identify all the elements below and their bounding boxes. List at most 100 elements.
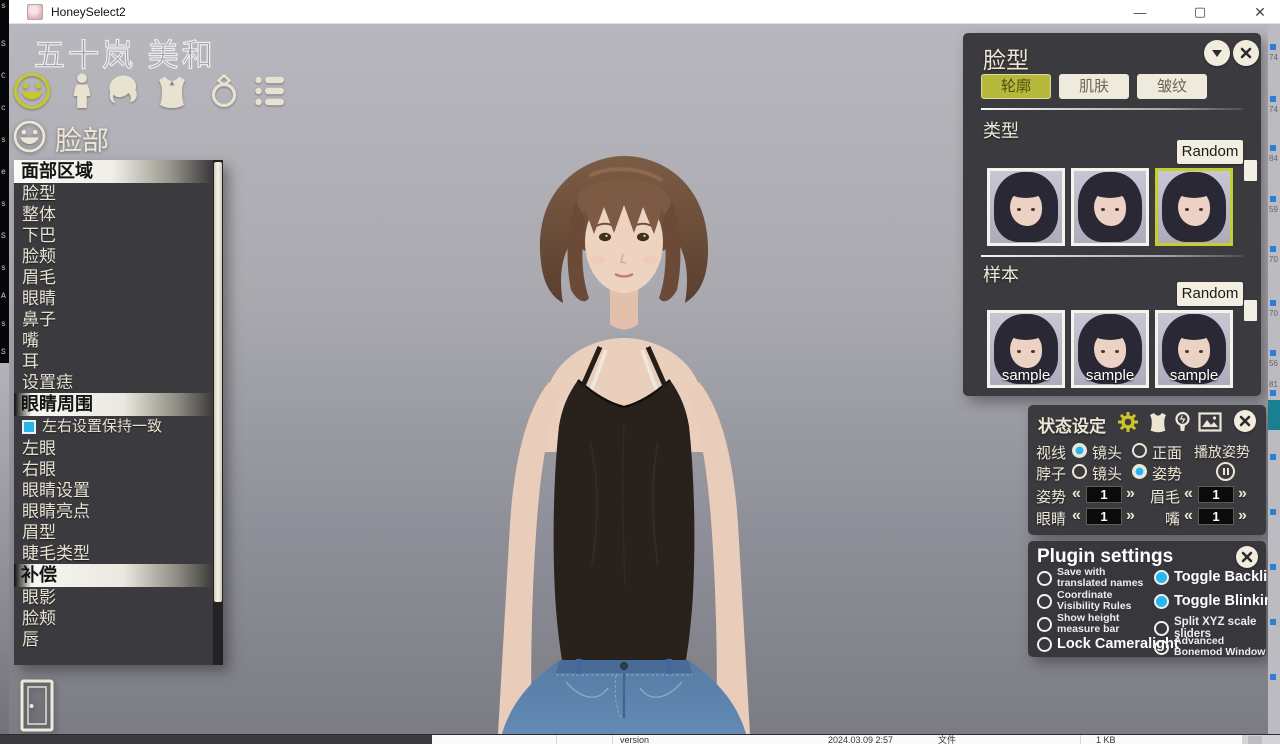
tab-skin[interactable]: 肌肤 <box>1059 74 1129 99</box>
lightbulb-icon[interactable] <box>1174 411 1191 435</box>
accessory-category-icon[interactable] <box>204 70 244 112</box>
divider <box>981 108 1243 110</box>
menu-scrollbar-track[interactable] <box>213 160 223 665</box>
option-save-translated[interactable]: Save with translated names <box>1037 567 1149 589</box>
menu-item-eyeshadow[interactable]: 眼影 <box>14 587 213 608</box>
divider <box>981 255 1243 257</box>
face-sample-thumbnail-2[interactable]: sample <box>1071 310 1149 388</box>
close-button[interactable]: ✕ <box>1237 0 1280 24</box>
menu-item-eyes[interactable]: 眼睛 <box>14 288 213 309</box>
menu-item-nose[interactable]: 鼻子 <box>14 309 213 330</box>
radio-on-icon <box>1154 570 1169 585</box>
tab-wrinkles[interactable]: 皱纹 <box>1137 74 1207 99</box>
maximize-button[interactable]: ▢ <box>1177 0 1223 24</box>
neck-camera-radio[interactable] <box>1072 464 1087 479</box>
sync-left-right-checkbox[interactable]: 左右设置保持一致 <box>14 416 213 438</box>
edge-num: 56 <box>1269 359 1278 368</box>
radio-off-icon <box>1154 621 1169 636</box>
edge-num: 70 <box>1269 309 1278 318</box>
type-scrollbar-thumb[interactable] <box>1244 160 1257 181</box>
list-category-icon[interactable] <box>250 70 290 112</box>
file-size-cell: 1 KB <box>1096 735 1116 744</box>
clothes-category-icon[interactable] <box>152 70 192 112</box>
menu-item-mole[interactable]: 设置痣 <box>14 372 213 393</box>
menu-item-eyebrows[interactable]: 眉毛 <box>14 267 213 288</box>
menu-item-brow-type[interactable]: 眉型 <box>14 522 213 543</box>
pause-pose-button[interactable] <box>1216 462 1235 481</box>
edge-text: C <box>1 72 6 81</box>
mouth-dec-icon[interactable]: « <box>1184 507 1193 525</box>
pose-inc-icon[interactable]: » <box>1126 485 1135 503</box>
brow-value: 1 <box>1198 486 1234 503</box>
eye-dec-icon[interactable]: « <box>1072 507 1081 525</box>
window-title: HoneySelect2 <box>51 5 126 19</box>
neck-row: 脖子 镜头 姿势 <box>1028 462 1266 482</box>
background-window-sliver: s S C c s e s S s A s S <box>0 0 9 363</box>
picture-icon[interactable] <box>1198 412 1222 432</box>
brow-dec-icon[interactable]: « <box>1184 485 1193 503</box>
body-category-icon[interactable] <box>62 70 102 112</box>
edge-num: 59 <box>1269 205 1278 214</box>
menu-item-right-eye[interactable]: 右眼 <box>14 459 213 480</box>
face-category-icon[interactable] <box>12 70 52 112</box>
mouth-inc-icon[interactable]: » <box>1238 507 1247 525</box>
face-sample-thumbnail-3[interactable]: sample <box>1155 310 1233 388</box>
sample-scrollbar-thumb[interactable] <box>1244 300 1257 321</box>
brow-inc-icon[interactable]: » <box>1238 485 1247 503</box>
exit-door-button[interactable] <box>18 678 58 734</box>
menu-item-face-shape[interactable]: 脸型 <box>14 183 213 204</box>
face-smiley-icon <box>12 119 47 154</box>
section-title: 脸部 <box>55 119 109 158</box>
pose-dec-icon[interactable]: « <box>1072 485 1081 503</box>
menu-item-eye-settings[interactable]: 眼睛设置 <box>14 480 213 501</box>
edge-num: 70 <box>1269 255 1278 264</box>
minimize-button[interactable]: — <box>1117 0 1163 24</box>
random-sample-button[interactable]: Random <box>1177 282 1243 306</box>
option-toggle-backlight[interactable]: Toggle Backlight <box>1154 569 1280 585</box>
neck-pose-radio[interactable] <box>1132 464 1147 479</box>
face-sample-thumbnail-1[interactable]: sample <box>987 310 1065 388</box>
gaze-front-radio[interactable] <box>1132 443 1147 458</box>
close-status-panel-icon[interactable] <box>1234 410 1256 432</box>
collapse-panel-button[interactable] <box>1204 40 1230 66</box>
radio-off-icon <box>1037 617 1052 632</box>
background-explorer-strip[interactable]: version 2024.03.09 2:57 文件 1 KB <box>0 734 1280 744</box>
menu-scrollbar-thumb[interactable] <box>214 162 222 602</box>
tab-contour[interactable]: 轮廓 <box>981 74 1051 99</box>
file-name-cell: version <box>620 735 649 744</box>
menu-item-lip[interactable]: 唇 <box>14 629 213 650</box>
gear-icon[interactable] <box>1116 410 1140 434</box>
menu-item-blush[interactable]: 脸颊 <box>14 608 213 629</box>
option-coordinate-visibility[interactable]: Coordinate Visibility Rules <box>1037 590 1149 612</box>
gaze-camera-radio[interactable] <box>1072 443 1087 458</box>
pose-value: 1 <box>1086 486 1122 503</box>
brow-stepper-label: 眉毛 <box>1150 486 1180 507</box>
menu-item-eye-highlight[interactable]: 眼睛亮点 <box>14 501 213 522</box>
face-type-thumbnail-3-selected[interactable] <box>1155 168 1233 246</box>
clothes-state-icon[interactable] <box>1146 410 1170 434</box>
close-plugin-panel-icon[interactable] <box>1236 546 1258 568</box>
option-toggle-blinking[interactable]: Toggle Blinking <box>1154 593 1280 609</box>
menu-item-chin[interactable]: 下巴 <box>14 225 213 246</box>
menu-item-lash-type[interactable]: 睫毛类型 <box>14 543 213 564</box>
option-height-measure[interactable]: Show height measure bar <box>1037 613 1149 635</box>
close-panel-icon[interactable] <box>1233 40 1259 66</box>
menu-item-left-eye[interactable]: 左眼 <box>14 438 213 459</box>
face-type-thumbnail-2[interactable] <box>1071 168 1149 246</box>
edge-text: s <box>1 136 6 145</box>
neck-pose-label: 姿势 <box>1152 463 1182 484</box>
explorer-scroll-stub <box>1248 736 1262 744</box>
hair-category-icon[interactable] <box>102 70 142 112</box>
character-render <box>428 142 818 734</box>
menu-item-overall[interactable]: 整体 <box>14 204 213 225</box>
radio-on-icon <box>1154 594 1169 609</box>
option-advanced-bonemod[interactable]: Advanced Bonemod Window <box>1154 636 1266 658</box>
eye-inc-icon[interactable]: » <box>1126 507 1135 525</box>
menu-item-ear[interactable]: 耳 <box>14 351 213 372</box>
menu-item-mouth[interactable]: 嘴 <box>14 330 213 351</box>
edge-text: A <box>1 292 6 301</box>
edge-text: s <box>1 200 6 209</box>
face-type-thumbnail-1[interactable] <box>987 168 1065 246</box>
menu-item-cheeks[interactable]: 脸颊 <box>14 246 213 267</box>
random-type-button[interactable]: Random <box>1177 140 1243 164</box>
